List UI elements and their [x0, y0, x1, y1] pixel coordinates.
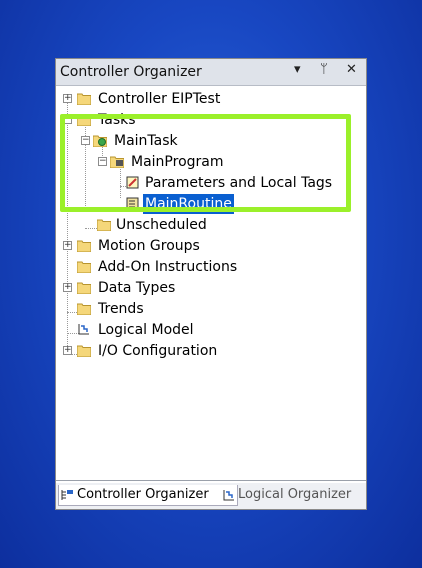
tab-label: Controller Organizer — [77, 487, 209, 502]
tags-icon — [126, 176, 139, 189]
routine-icon — [126, 197, 139, 210]
collapse-icon[interactable]: − — [81, 136, 90, 145]
tree-label: I/O Configuration — [98, 343, 218, 359]
tree-connector — [85, 120, 86, 212]
folder-icon — [77, 261, 91, 273]
tree-label: Trends — [98, 301, 144, 317]
folder-icon — [77, 303, 91, 315]
organizer-tab-bar: Controller Organizer Logical Organizer — [56, 483, 366, 509]
tab-logical-organizer[interactable]: Logical Organizer — [220, 485, 380, 505]
panel-title: Controller Organizer — [60, 64, 202, 80]
controller-organizer-icon — [61, 490, 73, 500]
pin-icon[interactable]: ᛘ — [320, 62, 328, 77]
tree-label: Unscheduled — [116, 217, 207, 233]
tree-label: MainRoutine — [143, 194, 234, 214]
organizer-tree: + Controller EIPTest − Tasks − MainTask … — [56, 86, 366, 481]
tree-label: Parameters and Local Tags — [145, 175, 333, 191]
program-icon — [110, 156, 124, 168]
tree-label: Add-On Instructions — [98, 259, 238, 275]
tab-label: Logical Organizer — [238, 487, 352, 502]
folder-icon — [77, 240, 91, 252]
folder-icon — [77, 345, 91, 357]
tree-connector — [85, 228, 97, 229]
expand-icon[interactable]: + — [63, 346, 72, 355]
controller-organizer-panel: Controller Organizer ▾ ᛘ ✕ + Controller … — [55, 58, 367, 510]
tree-label: Logical Model — [98, 322, 194, 338]
folder-icon — [77, 93, 91, 105]
task-icon — [93, 135, 107, 147]
dropdown-icon[interactable]: ▾ — [294, 62, 301, 77]
collapse-icon[interactable]: − — [98, 157, 107, 166]
folder-icon — [97, 219, 111, 231]
logical-organizer-icon — [223, 490, 234, 501]
folder-open-icon — [77, 114, 91, 126]
folder-icon — [77, 282, 91, 294]
tree-connector — [67, 96, 68, 352]
tab-controller-organizer[interactable]: Controller Organizer — [58, 485, 238, 506]
close-icon[interactable]: ✕ — [346, 62, 357, 77]
panel-titlebar: Controller Organizer ▾ ᛘ ✕ — [56, 59, 366, 86]
expand-icon[interactable]: + — [63, 241, 72, 250]
expand-icon[interactable]: + — [63, 283, 72, 292]
tree-label: MainProgram — [131, 154, 224, 170]
tree-label: Motion Groups — [98, 238, 200, 254]
expand-icon[interactable]: + — [63, 94, 72, 103]
tree-label: MainTask — [114, 133, 178, 149]
collapse-icon[interactable]: − — [63, 115, 72, 124]
logical-model-icon — [78, 324, 89, 335]
tree-label: Data Types — [98, 280, 176, 296]
tree-label: Controller EIPTest — [98, 91, 221, 107]
tree-label: Tasks — [98, 112, 136, 128]
